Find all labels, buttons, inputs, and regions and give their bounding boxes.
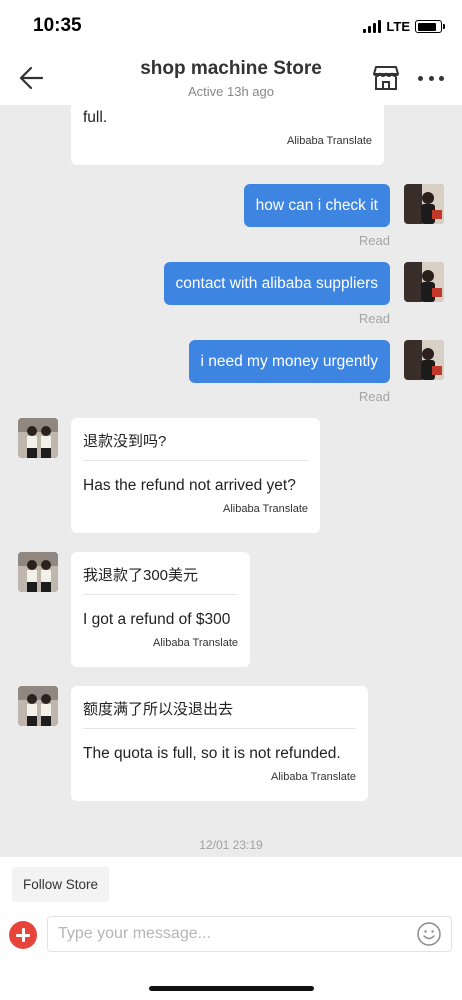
message-out-3[interactable]: i need my money urgently	[188, 340, 390, 383]
follow-store-button[interactable]: Follow Store	[12, 867, 110, 902]
store-avatar	[18, 686, 58, 726]
message-timestamp: 12/01 23:19	[199, 838, 263, 852]
message-out-1[interactable]: how can i check it	[243, 184, 390, 227]
user-avatar	[404, 262, 444, 302]
chat-area[interactable]: full. Alibaba Translate how can i check …	[0, 105, 462, 857]
message-in-2[interactable]: 退款没到吗? Has the refund not arrived yet? A…	[71, 418, 320, 533]
message-translation: full.	[83, 109, 108, 126]
message-original: 退款没到吗?	[83, 418, 308, 461]
message-out-2[interactable]: contact with alibaba suppliers	[163, 262, 390, 305]
store-avatar	[18, 418, 58, 458]
translate-credit: Alibaba Translate	[223, 503, 308, 515]
status-time: 10:35	[33, 15, 82, 36]
battery-icon	[415, 20, 445, 33]
message-in-1[interactable]: full. Alibaba Translate	[71, 105, 384, 165]
composer-area: Follow Store	[0, 857, 462, 1000]
battery-level	[417, 22, 437, 31]
add-plus-icon[interactable]	[9, 921, 37, 949]
network-label: LTE	[386, 19, 410, 34]
message-input[interactable]	[47, 916, 452, 952]
message-translation: I got a refund of $300	[83, 611, 231, 628]
message-translation: The quota is full, so it is not refunded…	[83, 745, 341, 762]
message-translation: Has the refund not arrived yet?	[83, 477, 296, 494]
message-in-3[interactable]: 我退款了300美元 I got a refund of $300 Alibaba…	[71, 552, 250, 667]
store-icon[interactable]	[372, 65, 400, 91]
translate-credit: Alibaba Translate	[287, 135, 372, 147]
chat-header: shop machine Store Active 13h ago	[0, 50, 462, 105]
status-bar: 10:35 LTE	[0, 0, 462, 50]
emoji-icon[interactable]	[417, 922, 441, 946]
message-original: 额度满了所以没退出去	[83, 686, 356, 729]
status-indicators: LTE	[363, 19, 445, 34]
user-avatar	[404, 184, 444, 224]
store-avatar	[18, 552, 58, 592]
read-receipt: Read	[358, 311, 390, 326]
home-indicator	[149, 986, 314, 991]
translate-credit: Alibaba Translate	[271, 771, 356, 783]
more-dots-icon[interactable]	[418, 76, 444, 82]
read-receipt: Read	[358, 389, 390, 404]
read-receipt: Read	[358, 233, 390, 248]
signal-icon	[363, 20, 382, 33]
message-in-4[interactable]: 额度满了所以没退出去 The quota is full, so it is n…	[71, 686, 368, 801]
translate-credit: Alibaba Translate	[153, 637, 238, 649]
user-avatar	[404, 340, 444, 380]
message-original: 我退款了300美元	[83, 552, 238, 595]
